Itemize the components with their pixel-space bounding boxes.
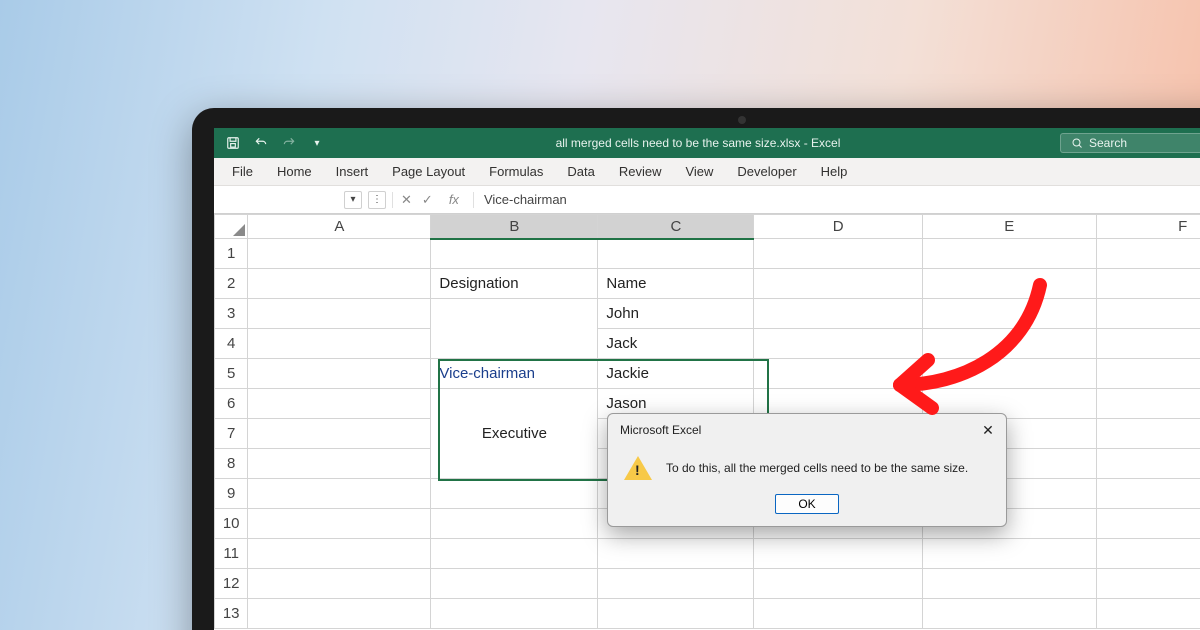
undo-icon[interactable] bbox=[252, 134, 270, 152]
titlebar: ▾ all merged cells need to be the same s… bbox=[214, 128, 1200, 158]
name-box[interactable]: ▾ ⋮ bbox=[222, 191, 392, 209]
search-placeholder: Search bbox=[1089, 136, 1127, 150]
dialog-title: Microsoft Excel bbox=[620, 423, 701, 437]
dialog-message: To do this, all the merged cells need to… bbox=[666, 461, 968, 475]
col-header-a[interactable]: A bbox=[248, 215, 431, 239]
formula-input[interactable]: Vice-chairman bbox=[474, 192, 567, 207]
qat-dropdown-icon[interactable]: ▾ bbox=[308, 134, 326, 152]
col-header-e[interactable]: E bbox=[923, 215, 1096, 239]
tab-home[interactable]: Home bbox=[267, 160, 322, 183]
spreadsheet-grid[interactable]: A B C D E F 1 2 Designation Name 3 Chair… bbox=[214, 214, 1200, 629]
row-header[interactable]: 8 bbox=[215, 449, 248, 479]
formula-controls: ✕ ✓ fx bbox=[392, 192, 474, 208]
col-header-f[interactable]: F bbox=[1096, 215, 1200, 239]
tab-page-layout[interactable]: Page Layout bbox=[382, 160, 475, 183]
row-header[interactable]: 1 bbox=[215, 239, 248, 269]
select-all-corner[interactable] bbox=[215, 215, 248, 239]
row-header[interactable]: 6 bbox=[215, 389, 248, 419]
formula-bar: ▾ ⋮ ✕ ✓ fx Vice-chairman bbox=[214, 186, 1200, 214]
tab-file[interactable]: File bbox=[222, 160, 263, 183]
col-header-c[interactable]: C bbox=[598, 215, 754, 239]
tab-data[interactable]: Data bbox=[557, 160, 604, 183]
tab-formulas[interactable]: Formulas bbox=[479, 160, 553, 183]
fx-icon[interactable]: fx bbox=[443, 192, 465, 207]
tab-help[interactable]: Help bbox=[811, 160, 858, 183]
ribbon-tabs: File Home Insert Page Layout Formulas Da… bbox=[214, 158, 1200, 186]
row-header[interactable]: 10 bbox=[215, 509, 248, 539]
row-header[interactable]: 4 bbox=[215, 329, 248, 359]
enter-icon[interactable]: ✓ bbox=[422, 192, 433, 208]
message-dialog: Microsoft Excel ✕ To do this, all the me… bbox=[607, 413, 1007, 527]
close-icon[interactable]: ✕ bbox=[978, 420, 998, 440]
tab-insert[interactable]: Insert bbox=[326, 160, 379, 183]
row-header[interactable]: 7 bbox=[215, 419, 248, 449]
cell[interactable]: Jack bbox=[598, 329, 754, 359]
row-header[interactable]: 9 bbox=[215, 479, 248, 509]
warning-icon bbox=[624, 456, 652, 480]
cell[interactable]: Name bbox=[598, 269, 754, 299]
row-header[interactable]: 11 bbox=[215, 539, 248, 569]
name-box-dropdown-icon[interactable]: ▾ bbox=[344, 191, 362, 209]
screen: ▾ all merged cells need to be the same s… bbox=[214, 128, 1200, 630]
laptop-camera bbox=[738, 116, 746, 124]
row-header[interactable]: 3 bbox=[215, 299, 248, 329]
laptop-frame: ▾ all merged cells need to be the same s… bbox=[192, 108, 1200, 630]
cell[interactable]: John bbox=[598, 299, 754, 329]
window-title: all merged cells need to be the same siz… bbox=[336, 136, 1060, 150]
quick-access-toolbar: ▾ bbox=[214, 134, 336, 152]
tab-review[interactable]: Review bbox=[609, 160, 672, 183]
row-header[interactable]: 5 bbox=[215, 359, 248, 389]
cell[interactable]: Designation bbox=[431, 269, 598, 299]
search-box[interactable]: Search bbox=[1060, 133, 1200, 153]
name-box-more-icon[interactable]: ⋮ bbox=[368, 191, 386, 209]
row-header[interactable]: 2 bbox=[215, 269, 248, 299]
search-icon bbox=[1071, 137, 1083, 149]
cell-active[interactable]: Vice-chairman bbox=[431, 359, 598, 389]
redo-icon[interactable] bbox=[280, 134, 298, 152]
ok-button[interactable]: OK bbox=[775, 494, 838, 514]
row-header[interactable]: 12 bbox=[215, 569, 248, 599]
save-icon[interactable] bbox=[224, 134, 242, 152]
tab-developer[interactable]: Developer bbox=[727, 160, 806, 183]
tab-view[interactable]: View bbox=[675, 160, 723, 183]
cell[interactable]: Jackie bbox=[598, 359, 754, 389]
cell-merged[interactable]: Executive bbox=[431, 389, 598, 479]
row-header[interactable]: 13 bbox=[215, 599, 248, 629]
col-header-b[interactable]: B bbox=[431, 215, 598, 239]
cell-merged[interactable]: Chairman bbox=[431, 299, 598, 359]
cancel-icon[interactable]: ✕ bbox=[401, 192, 412, 208]
col-header-d[interactable]: D bbox=[754, 215, 923, 239]
